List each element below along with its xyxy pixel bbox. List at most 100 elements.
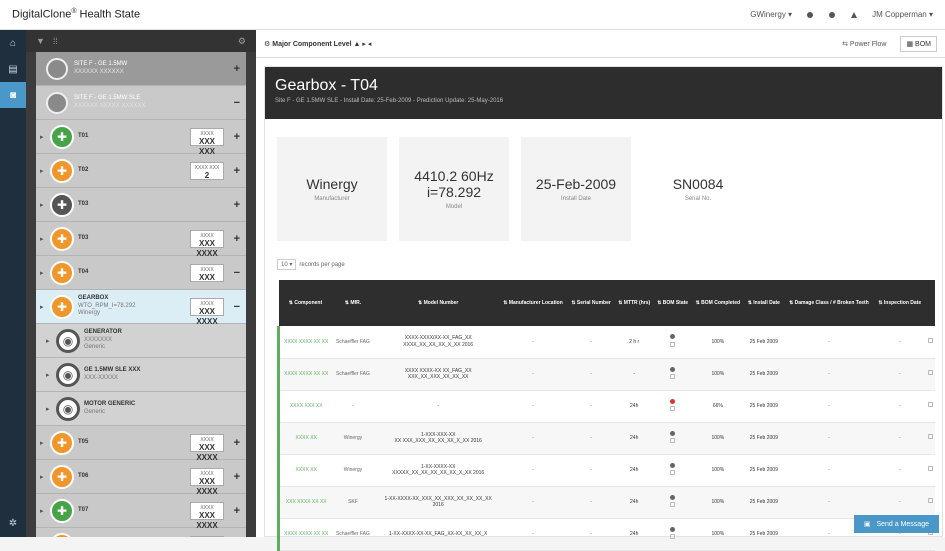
column-header[interactable]: ⇅ Manufacturer Location [498, 280, 568, 326]
cell-component[interactable]: XXXX XXXX XX XX [277, 326, 333, 359]
collapse-icon[interactable]: − [234, 97, 240, 109]
bom-state-checkbox[interactable] [670, 502, 676, 507]
column-header[interactable]: ⇅ MTTR (hrs) [614, 280, 654, 326]
tree-item-name: MOTOR GENERIC [84, 400, 136, 407]
column-header[interactable]: ⇅ Component [278, 280, 333, 326]
tree-item[interactable]: ▸ ✚ T03 XXXX XXX XXXX + [36, 222, 246, 258]
per-page-select[interactable]: 10 ▾ [277, 259, 297, 270]
table-row[interactable]: XXXX XXXX XX XX Schaeffler FAG XXXX XXXX-X… [277, 358, 935, 391]
cell-component[interactable]: XXXX XX [277, 422, 333, 455]
bom-state-checkbox[interactable] [670, 406, 676, 411]
expand-icon[interactable]: + [234, 471, 240, 483]
row-checkbox[interactable] [927, 434, 933, 440]
tree-item[interactable]: ▸ ◉ GENERATOR XXXXXXX Generic [36, 324, 246, 358]
bom-state-checkbox[interactable] [670, 374, 676, 379]
column-header[interactable]: ⇅ Model Number [377, 280, 499, 326]
tree-item[interactable]: ▸✚T08XXXXXXX XXXX+ [36, 528, 246, 537]
column-header[interactable]: ⇅ MfR. [332, 280, 374, 326]
cell-component[interactable]: XXXX XXXX XX XX [277, 518, 333, 551]
tree-item[interactable]: ▸ ✚ T03 + [36, 188, 246, 222]
expand-caret-icon[interactable]: ▸ [40, 473, 50, 481]
expand-caret-icon[interactable]: ▸ [40, 201, 50, 209]
site-row[interactable]: SITE F - GE 1.5MW XXXXXX XXXXXX + [36, 52, 246, 86]
expand-icon[interactable]: + [234, 131, 240, 143]
view-icon[interactable]: ⁞⁞ [53, 36, 58, 46]
column-header[interactable]: ⇅ Install Date [744, 280, 784, 326]
camera-icon[interactable]: ◙ [0, 82, 26, 108]
table-row[interactable]: XXXX XXXX XX XX Schaeffler FAG 1-XX-XXXX-X… [277, 518, 935, 551]
bom-state-checkbox[interactable] [670, 470, 676, 475]
database-icon[interactable]: ▤ [0, 56, 26, 82]
bom-state-checkbox[interactable] [670, 438, 676, 443]
expand-caret-icon[interactable]: ▸ [40, 167, 50, 175]
tree-item[interactable]: ▸ ✚ T05 XXXX XXX XXXX + [36, 426, 246, 462]
site-row[interactable]: SITE F - GE 1.5MW SLE XXXXXX XXXXX XXXXXX… [36, 86, 246, 120]
expand-caret-icon[interactable]: ▸ [40, 303, 50, 311]
expand-caret-icon[interactable]: ▸ [40, 439, 50, 447]
column-header[interactable]: ⇅ BOM State [653, 280, 692, 326]
settings-icon[interactable]: ⚙ [238, 36, 246, 47]
expand-icon[interactable]: + [234, 505, 240, 517]
expand-caret-icon[interactable]: ▸ [40, 269, 50, 277]
expand-icon[interactable]: + [234, 199, 240, 211]
column-header[interactable]: ⇅ BOM Completed [691, 280, 745, 326]
expand-caret-icon[interactable]: ▸ [46, 405, 56, 413]
column-header[interactable]: ⇅ Damage Class / # Broken Teeth [783, 280, 875, 326]
cell-component[interactable]: XXXX XX [277, 454, 333, 487]
component-detail: Gearbox - T04 Site F - GE 1.5MW SLE - In… [264, 66, 943, 551]
row-checkbox[interactable] [927, 498, 933, 504]
expand-caret-icon[interactable]: ▸ [46, 337, 56, 345]
table-row[interactable]: XXXX XX Winergy 1-XXX-XXX-XX XX XXX_XXX_XX_… [277, 422, 935, 455]
expand-caret-icon[interactable]: ▸ [40, 235, 50, 243]
cell-component[interactable]: XXXX XXXX XX XX [277, 358, 333, 391]
column-header[interactable]: ⇅ Serial Number [567, 280, 615, 326]
home-icon[interactable]: ⌂ [0, 30, 26, 56]
expand-icon[interactable]: − [234, 301, 240, 313]
settings-gear-icon[interactable]: ✲ [0, 518, 26, 529]
table-row[interactable]: XXXX XX Winergy 1-XX-XXXX-XX XXXXX_XX_XX_XX… [277, 454, 935, 487]
expand-caret-icon[interactable]: ▸ [40, 133, 50, 141]
org-menu[interactable]: GWinergy ▾ [750, 10, 792, 19]
asset-tree-panel: ▼ ⁞⁞ ⚙ SITE F - GE 1.5MW XXXXXX XXXXXX + SI… [26, 30, 256, 537]
column-header[interactable] [925, 280, 935, 326]
table-row[interactable]: XXX XXXX XX XX SKF 1-XX-XXXX-XX_XXX_XX_XXX… [277, 486, 935, 519]
bom-state-checkbox[interactable] [670, 341, 676, 347]
row-checkbox[interactable] [927, 370, 933, 376]
expand-icon[interactable]: + [234, 165, 240, 177]
table-row[interactable]: XXXX XXX XX - - - -24h 66% 25 Feb 2009- - [277, 390, 935, 423]
tree-item[interactable]: ▸ ◉ GE 1.5MW SLE XXX XXX-XXXXX [36, 358, 246, 392]
cell-component[interactable]: XXX XXXX XX XX [277, 486, 333, 519]
send-message-button[interactable]: ▣ Send a Message [853, 515, 939, 533]
expand-icon[interactable]: + [234, 437, 240, 449]
tree-item-sub: Generic [84, 408, 106, 415]
tree-item[interactable]: ▸ ✚ T02 XXXX XXX 2 + [36, 154, 246, 188]
expand-icon[interactable]: + [234, 63, 240, 75]
globe-icon[interactable] [828, 11, 836, 19]
row-checkbox[interactable] [927, 466, 933, 472]
table-row[interactable]: XXXX XXXX XX XX Schaeffler FAG XXXX-XXXX/X… [277, 326, 935, 359]
tree-item[interactable]: ▸ ◉ MOTOR GENERIC Generic [36, 392, 246, 426]
power-flow-button[interactable]: ⇆ Power Flow [842, 40, 886, 48]
row-checkbox[interactable] [927, 338, 933, 343]
tree-item[interactable]: ▸ ✚ T07 XXXX XXX XXXX + [36, 494, 246, 530]
cell-component[interactable]: XXXX XXX XX [277, 390, 333, 423]
tree-item[interactable]: ▸ ✚ T04 XXXX XXX − [36, 256, 246, 290]
expand-icon[interactable]: − [234, 267, 240, 279]
tree-item[interactable]: ▸ ✚ T06 XXXX XXX XXXX + [36, 460, 246, 496]
tree-item[interactable]: ▸ ✚ GEARBOX WTO_RPM_I=78.292 Winergy XXXX XXX … [36, 290, 246, 326]
expand-caret-icon[interactable]: ▸ [46, 371, 56, 379]
notifications-icon[interactable] [850, 11, 858, 19]
cell-bom-completed: 100% [691, 422, 745, 455]
row-checkbox[interactable] [927, 402, 933, 408]
expand-icon[interactable]: + [234, 233, 240, 245]
account-menu[interactable]: JM Copperman ▾ [872, 10, 933, 19]
filter-icon[interactable]: ▼ [36, 36, 45, 46]
tree-item[interactable]: ▸ ✚ T01 XXXX XXX XXX + [36, 120, 246, 156]
bom-tab[interactable]: ▦ BOM [900, 35, 937, 52]
cell-mfr: Winergy [332, 454, 374, 487]
tab-major-component-level[interactable]: ⚙ Major Component Level ▲ ▸ ◂ [264, 40, 371, 48]
cell-bom-state [653, 518, 692, 551]
expand-caret-icon[interactable]: ▸ [40, 507, 50, 515]
settings-icon[interactable] [806, 11, 814, 19]
column-header[interactable]: ⇅ Inspection Date [874, 280, 926, 326]
